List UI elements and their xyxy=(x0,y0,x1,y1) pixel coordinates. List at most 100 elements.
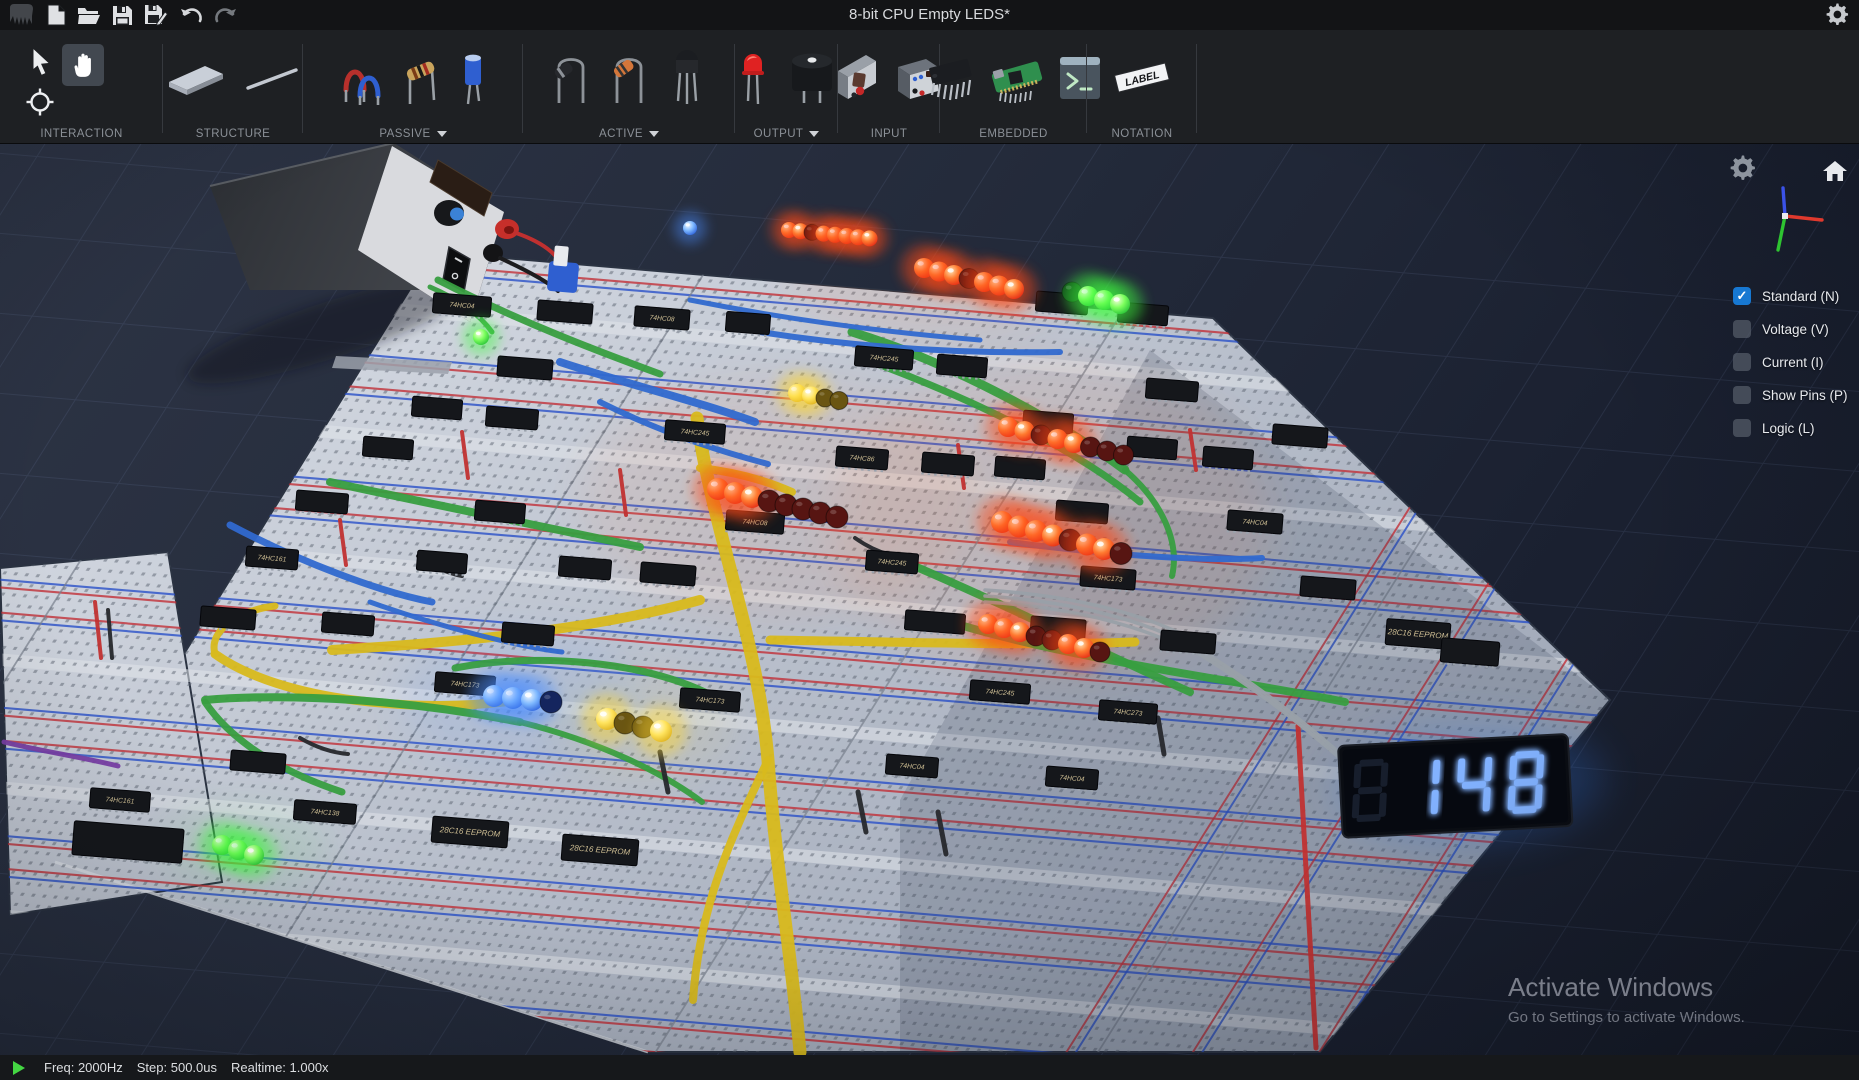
led-off[interactable] xyxy=(540,691,562,713)
capacitor-component-icon[interactable] xyxy=(458,49,488,112)
resistor-component-icon[interactable] xyxy=(402,50,442,111)
ic-chip[interactable]: 74HC273 xyxy=(1098,700,1158,726)
ic-chip[interactable]: 74HC08 xyxy=(634,306,691,332)
wire-component-icon[interactable] xyxy=(243,58,301,103)
ic-chip[interactable] xyxy=(994,456,1046,481)
ic-chip[interactable] xyxy=(921,452,975,478)
checkbox-standard-n[interactable]: ✓ Standard (N) xyxy=(1733,286,1848,306)
ic-chip[interactable]: 74HC86 xyxy=(835,446,889,472)
led-lit[interactable] xyxy=(1110,294,1130,314)
play-icon[interactable] xyxy=(12,1060,26,1076)
ic-chip[interactable]: 74HC04 xyxy=(885,754,939,780)
checkbox-label: Current (I) xyxy=(1762,355,1824,370)
unchecked-checkbox[interactable] xyxy=(1733,386,1751,404)
toolbar-section-embedded: EMBEDDED xyxy=(940,30,1087,143)
ic-chip[interactable] xyxy=(411,396,463,421)
ic-chip[interactable] xyxy=(936,354,988,379)
window-title: 8-bit CPU Empty LEDS* xyxy=(0,0,1859,30)
ic-chip[interactable] xyxy=(1202,446,1254,471)
ic-chip[interactable] xyxy=(295,490,349,516)
ic-chip[interactable] xyxy=(640,562,697,588)
ic-chip[interactable] xyxy=(1160,630,1217,656)
checkbox-label: Logic (L) xyxy=(1762,421,1815,436)
ic-chip[interactable] xyxy=(362,436,414,461)
output-dropdown-caret[interactable] xyxy=(809,131,819,137)
viewport-3d[interactable]: 74HC0474HC0874HC24574HC24574HC8674HC0874… xyxy=(0,143,1859,1055)
led-lit[interactable] xyxy=(683,221,697,235)
ic-chip[interactable] xyxy=(1145,378,1199,404)
unchecked-checkbox[interactable] xyxy=(1733,320,1751,338)
unchecked-checkbox[interactable] xyxy=(1733,353,1751,371)
ic-chip[interactable]: 74HC245 xyxy=(854,346,914,372)
ic-chip[interactable] xyxy=(1440,638,1500,668)
section-label-input: INPUT xyxy=(871,128,908,140)
checkbox-label: Voltage (V) xyxy=(1762,322,1829,337)
ic-chip[interactable] xyxy=(537,300,594,326)
settings-gear-icon[interactable] xyxy=(1826,3,1849,31)
led-lit[interactable] xyxy=(473,329,489,345)
button-module-component-icon[interactable] xyxy=(836,49,882,112)
toolbar-section-active: ACTIVE xyxy=(523,30,735,143)
ic-chip[interactable] xyxy=(1300,576,1357,602)
led-off[interactable] xyxy=(830,392,848,410)
ic-chip[interactable] xyxy=(725,311,771,336)
checkbox-current-i[interactable]: Current (I) xyxy=(1733,352,1848,372)
buzzer-component-icon[interactable] xyxy=(786,49,838,112)
target-tool-button[interactable] xyxy=(26,88,54,121)
ic-chip[interactable]: 74HC04 xyxy=(1045,766,1099,792)
hand-tool-button[interactable] xyxy=(62,44,104,86)
ic-chip[interactable] xyxy=(501,622,555,648)
led-lit[interactable] xyxy=(244,845,264,865)
axis-gizmo[interactable] xyxy=(1752,178,1832,273)
ic-chip[interactable] xyxy=(497,356,554,382)
checkbox-label: Standard (N) xyxy=(1762,289,1839,304)
ic-chip[interactable] xyxy=(485,406,539,432)
breadboard-component-icon[interactable] xyxy=(165,56,227,105)
ic-chip-component-icon[interactable] xyxy=(925,51,977,110)
ic-chip[interactable] xyxy=(1272,424,1329,450)
passive-dropdown-caret[interactable] xyxy=(437,131,447,137)
led-off[interactable] xyxy=(1090,642,1110,662)
circuit-scene[interactable]: 74HC0474HC0874HC24574HC24574HC8674HC0874… xyxy=(0,143,1859,1055)
active-dropdown-caret[interactable] xyxy=(649,131,659,137)
toolbar-section-output: OUTPUT xyxy=(735,30,838,143)
ic-chip[interactable] xyxy=(558,556,612,582)
transistor-component-icon[interactable] xyxy=(667,49,707,112)
ic-chip[interactable] xyxy=(200,606,257,632)
section-label-interaction: INTERACTION xyxy=(40,128,122,140)
zener-diode-component-icon[interactable] xyxy=(609,49,651,112)
led-component-icon[interactable] xyxy=(736,49,770,112)
checked-checkbox[interactable]: ✓ xyxy=(1733,287,1751,305)
checkbox-label: Show Pins (P) xyxy=(1762,388,1848,403)
unchecked-checkbox[interactable] xyxy=(1733,419,1751,437)
ic-chip[interactable] xyxy=(416,550,468,575)
ic-chip[interactable] xyxy=(1126,436,1178,461)
ic-chip[interactable] xyxy=(321,612,375,638)
ic-chip[interactable] xyxy=(230,750,287,776)
toolbar-section-structure: STRUCTURE xyxy=(163,30,303,143)
section-label-notation: NOTATION xyxy=(1112,128,1173,140)
microcontroller-component-icon[interactable] xyxy=(989,51,1045,110)
led-off[interactable] xyxy=(1110,543,1132,565)
jumper-wire-component-icon[interactable] xyxy=(338,50,386,111)
led-lit[interactable] xyxy=(650,720,672,742)
cursor-tool-button[interactable] xyxy=(28,48,54,83)
diode-component-icon[interactable] xyxy=(551,49,593,112)
ic-chip[interactable]: 74HC04 xyxy=(432,293,492,319)
led-off[interactable] xyxy=(826,506,848,528)
toolbar-section-interaction: INTERACTION xyxy=(0,30,163,143)
ic-chip[interactable]: 74HC04 xyxy=(1227,510,1284,536)
label-tag-component-icon[interactable]: LABEL xyxy=(1110,55,1174,106)
ic-chip[interactable]: 74HC161 xyxy=(245,546,299,572)
title-bar: 8-bit CPU Empty LEDS* xyxy=(0,0,1859,30)
checkbox-logic-l[interactable]: Logic (L) xyxy=(1733,418,1848,438)
checkbox-voltage-v[interactable]: Voltage (V) xyxy=(1733,319,1848,339)
status-realtime: Realtime: 1.000x xyxy=(231,1060,329,1075)
checkbox-show-pins-p[interactable]: Show Pins (P) xyxy=(1733,385,1848,405)
ic-chip[interactable]: 74HC245 xyxy=(865,550,919,576)
led-off[interactable] xyxy=(1114,445,1134,465)
ic-chip[interactable] xyxy=(474,500,526,525)
status-bar: Freq: 2000Hz Step: 500.0us Realtime: 1.0… xyxy=(0,1055,1859,1080)
led-lit[interactable] xyxy=(1004,279,1024,299)
led-lit[interactable] xyxy=(862,230,878,246)
